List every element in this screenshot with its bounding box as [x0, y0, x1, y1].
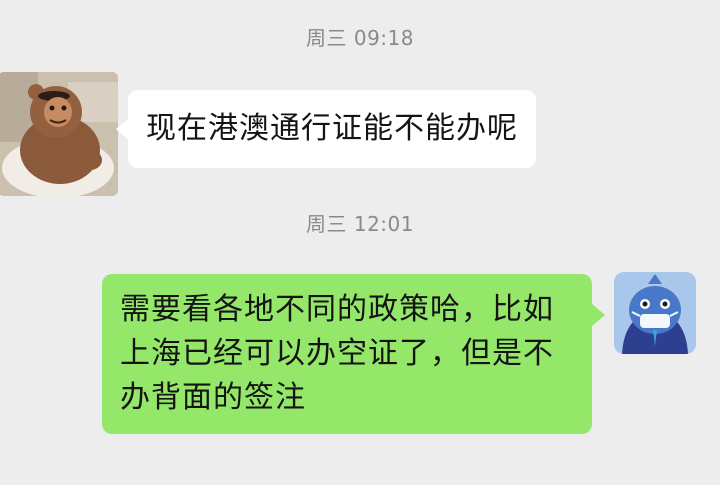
- contact-avatar[interactable]: [0, 72, 118, 196]
- outgoing-message-bubble[interactable]: 需要看各地不同的政策哈，比如 上海已经可以办空证了，但是不 办背面的签注: [102, 274, 605, 434]
- message-line: 需要看各地不同的政策哈，比如: [120, 292, 554, 327]
- bear-cartoon-avatar-icon: [0, 72, 118, 196]
- incoming-message-bubble[interactable]: 现在港澳通行证能不能办呢: [116, 90, 536, 168]
- message-text: 现在港澳通行证能不能办呢: [146, 111, 518, 146]
- timestamp: 周三 09:18: [306, 26, 414, 50]
- message-line: 办背面的签注: [120, 380, 306, 415]
- blue-shark-avatar-icon: [614, 272, 696, 354]
- timestamp: 周三 12:01: [306, 212, 414, 236]
- self-avatar[interactable]: [614, 272, 696, 354]
- message-line: 上海已经可以办空证了，但是不: [120, 336, 554, 371]
